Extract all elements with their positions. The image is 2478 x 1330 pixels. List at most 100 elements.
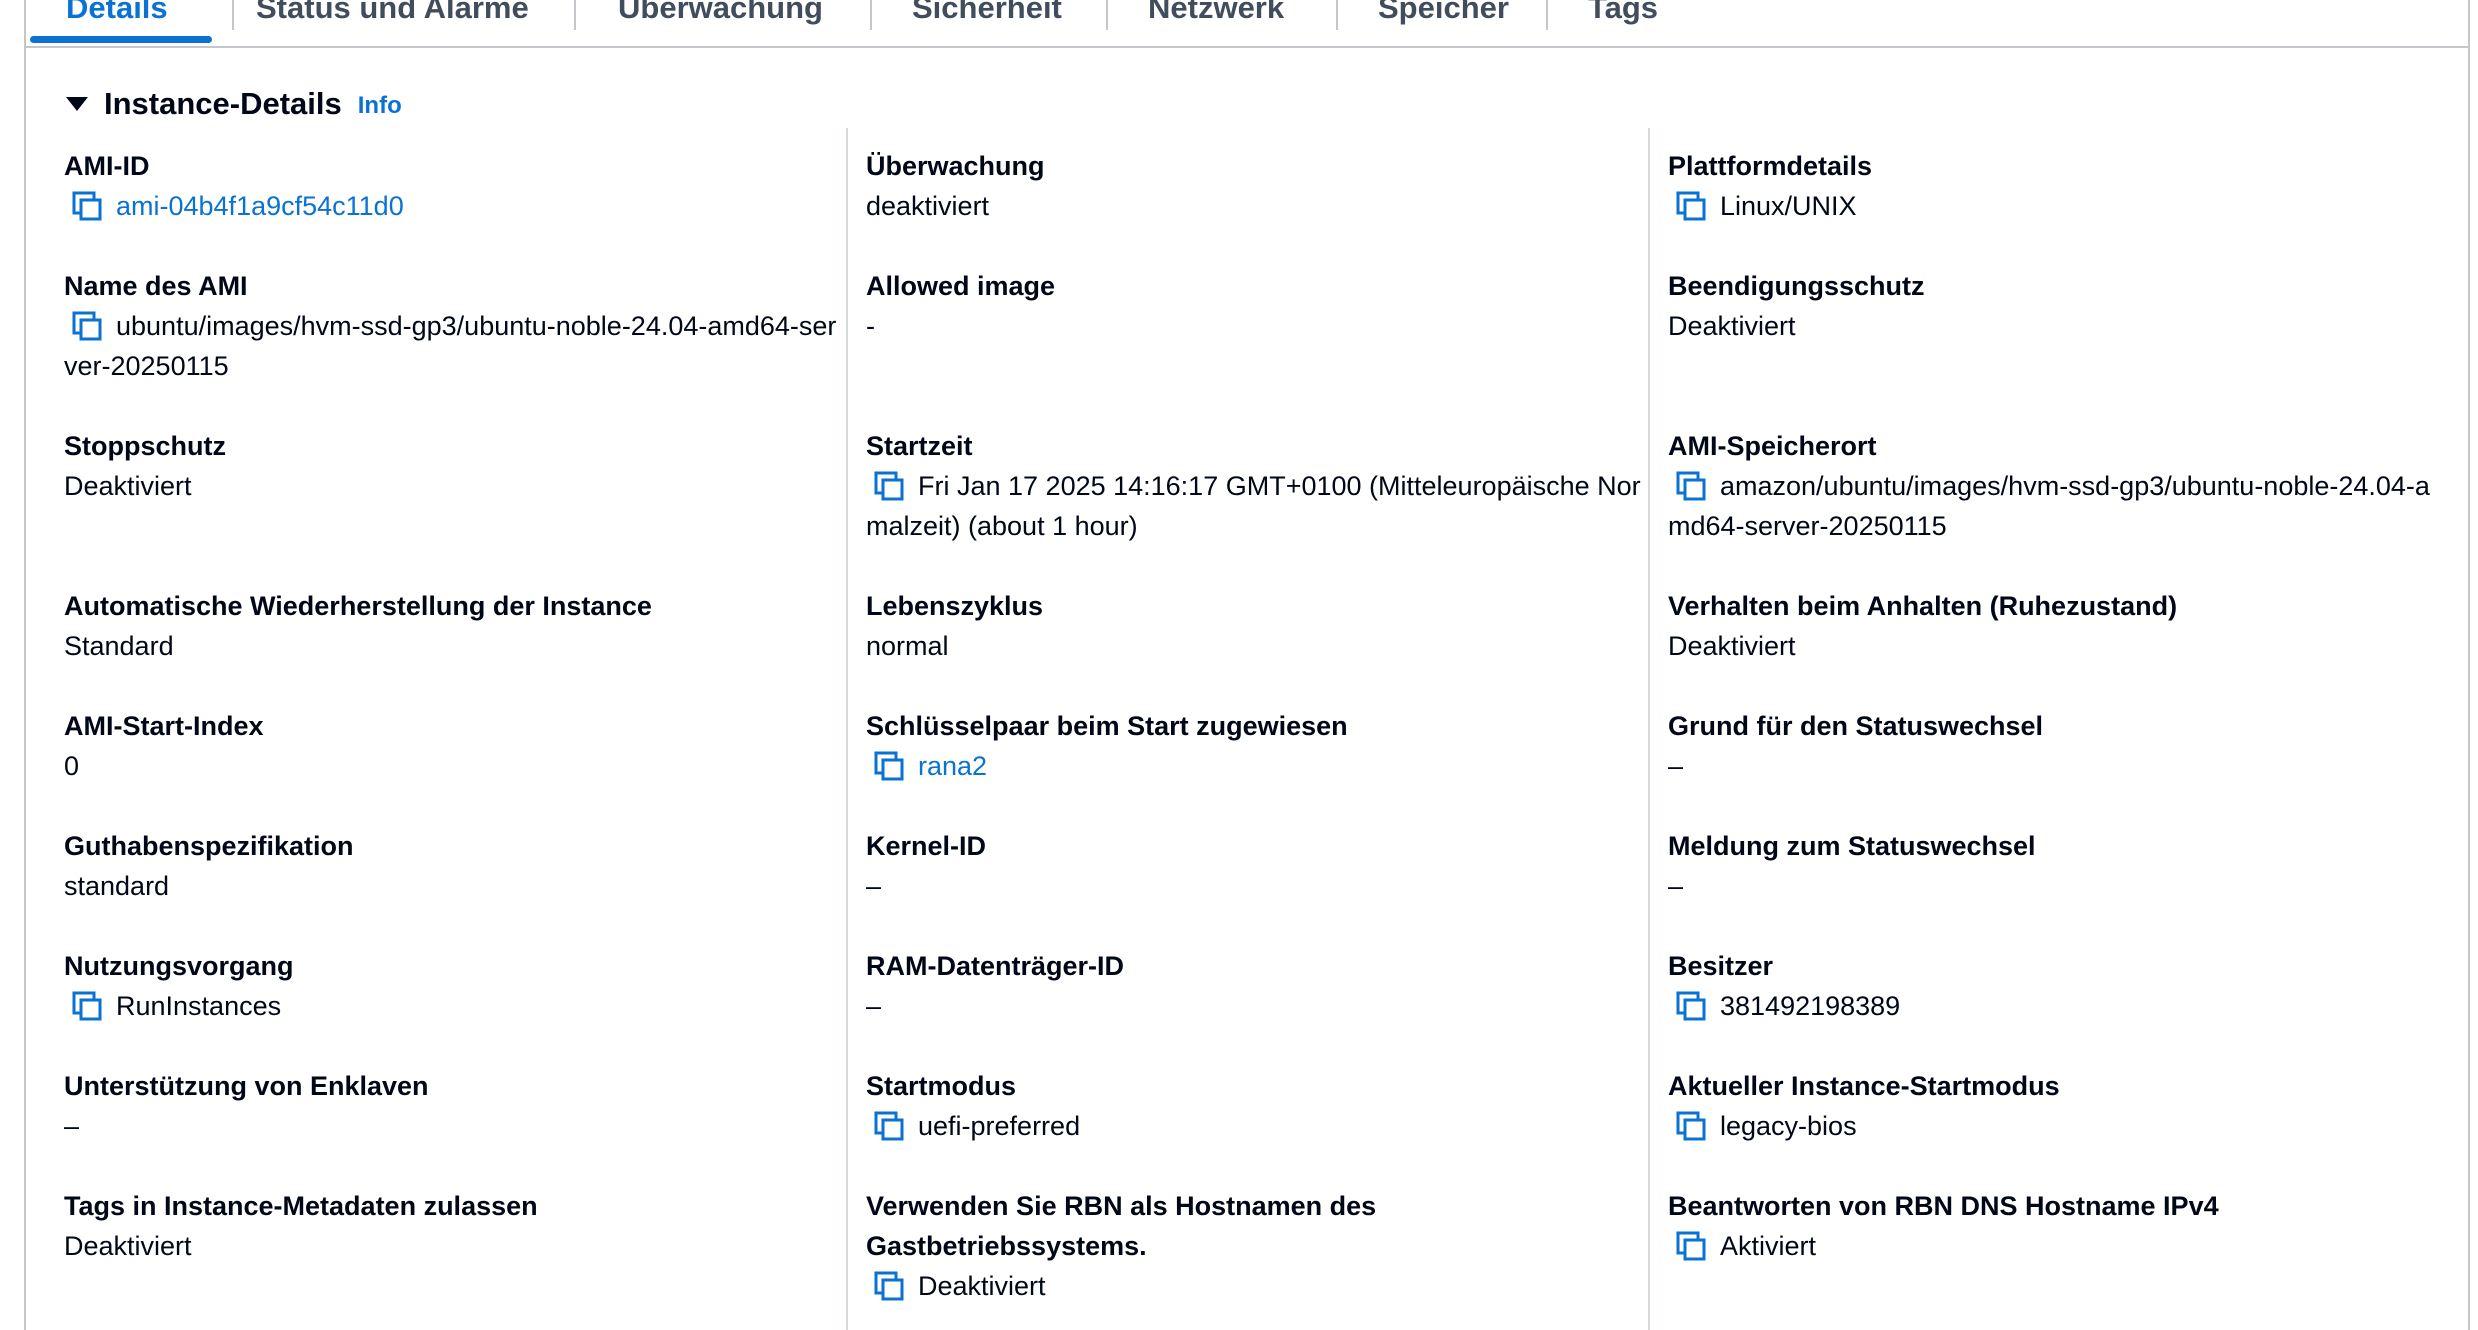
copy-icon[interactable] bbox=[874, 751, 904, 781]
field-label: Beendigungsschutz bbox=[1668, 271, 1925, 301]
tab-storage[interactable]: Speicher bbox=[1378, 0, 1509, 28]
field-value: – bbox=[866, 871, 882, 901]
field-value: – bbox=[64, 1111, 80, 1141]
copy-icon[interactable] bbox=[72, 191, 102, 221]
field-enclave-support: Unterstützung von Enklaven – bbox=[64, 1066, 429, 1146]
field-ami-location: AMI-Speicherort amazon/ubuntu/images/hvm… bbox=[1668, 426, 2448, 546]
field-label: Name des AMI bbox=[64, 271, 248, 301]
field-label: Überwachung bbox=[866, 151, 1045, 181]
tab-status-alarms[interactable]: Status und Alarme bbox=[256, 0, 529, 28]
field-state-transition-message: Meldung zum Statuswechsel – bbox=[1668, 826, 2036, 906]
field-value: 381492198389 bbox=[1720, 991, 1901, 1021]
copy-icon[interactable] bbox=[1676, 471, 1706, 501]
field-label: Allowed image bbox=[866, 271, 1056, 301]
field-label: Meldung zum Statuswechsel bbox=[1668, 831, 2036, 861]
tab-separator bbox=[1106, 0, 1108, 30]
copy-icon[interactable] bbox=[874, 1271, 904, 1301]
field-value: deaktiviert bbox=[866, 191, 990, 221]
field-termination-protection: Beendigungsschutz Deaktiviert bbox=[1668, 266, 1925, 346]
field-owner: Besitzer 381492198389 bbox=[1668, 946, 1900, 1026]
tab-separator bbox=[1336, 0, 1338, 30]
field-label: Startmodus bbox=[866, 1071, 1017, 1101]
tab-monitoring[interactable]: Überwachung bbox=[618, 0, 823, 28]
column-divider bbox=[846, 128, 848, 1330]
field-label: Grund für den Statuswechsel bbox=[1668, 711, 2044, 741]
copy-icon[interactable] bbox=[874, 471, 904, 501]
field-label: Besitzer bbox=[1668, 951, 1774, 981]
field-label: Verhalten beim Anhalten (Ruhezustand) bbox=[1668, 591, 2178, 621]
tab-tags[interactable]: Tags bbox=[1588, 0, 1658, 28]
info-link[interactable]: Info bbox=[358, 92, 402, 120]
field-label: Lebenszyklus bbox=[866, 591, 1044, 621]
section-header[interactable]: Instance-Details Info bbox=[66, 84, 402, 124]
field-value: standard bbox=[64, 871, 170, 901]
field-stop-protection: Stoppschutz Deaktiviert bbox=[64, 426, 226, 506]
field-label: Schlüsselpaar beim Start zugewiesen bbox=[866, 711, 1348, 741]
section-title: Instance-Details bbox=[104, 86, 342, 121]
field-key-pair: Schlüsselpaar beim Start zugewiesen rana… bbox=[866, 706, 1348, 786]
field-current-boot-mode: Aktueller Instance-Startmodus legacy-bio… bbox=[1668, 1066, 2060, 1146]
copy-icon[interactable] bbox=[72, 311, 102, 341]
field-label: Startzeit bbox=[866, 431, 973, 461]
field-kernel-id: Kernel-ID – bbox=[866, 826, 986, 906]
field-value: – bbox=[1668, 751, 1684, 781]
field-auto-recovery: Automatische Wiederherstellung der Insta… bbox=[64, 586, 652, 666]
field-label: Aktueller Instance-Startmodus bbox=[1668, 1071, 2060, 1101]
field-boot-mode: Startmodus uefi-preferred bbox=[866, 1066, 1080, 1146]
field-label: Guthabenspezifikation bbox=[64, 831, 354, 861]
field-monitoring: Überwachung deaktiviert bbox=[866, 146, 1045, 226]
field-value: - bbox=[866, 311, 875, 341]
field-value: Deaktiviert bbox=[64, 471, 192, 501]
field-label: Kernel-ID bbox=[866, 831, 987, 861]
tab-security[interactable]: Sicherheit bbox=[912, 0, 1062, 28]
field-value: – bbox=[1668, 871, 1684, 901]
field-credit-specification: Guthabenspezifikation standard bbox=[64, 826, 354, 906]
ami-id-link[interactable]: ami-04b4f1a9cf54c11d0 bbox=[116, 191, 404, 221]
copy-icon[interactable] bbox=[874, 1111, 904, 1141]
field-platform-details: Plattformdetails Linux/UNIX bbox=[1668, 146, 1872, 226]
field-label: AMI-Speicherort bbox=[1668, 431, 1877, 461]
field-label: AMI-ID bbox=[64, 151, 150, 181]
field-stop-hibernate-behavior: Verhalten beim Anhalten (Ruhezustand) De… bbox=[1668, 586, 2177, 666]
field-lifecycle: Lebenszyklus normal bbox=[866, 586, 1043, 666]
field-label: AMI-Start-Index bbox=[64, 711, 264, 741]
field-value: Deaktiviert bbox=[918, 1271, 1046, 1301]
tab-network[interactable]: Netzwerk bbox=[1148, 0, 1284, 28]
field-value: RunInstances bbox=[116, 991, 282, 1021]
caret-down-icon[interactable] bbox=[66, 97, 88, 111]
field-value: Deaktiviert bbox=[1668, 311, 1796, 341]
field-label: Verwenden Sie RBN als Hostnamen des Gast… bbox=[866, 1191, 1377, 1261]
field-value: ubuntu/images/hvm-ssd-gp3/ubuntu-noble-2… bbox=[64, 311, 837, 381]
field-value: 0 bbox=[64, 751, 80, 781]
field-value: normal bbox=[866, 631, 949, 661]
tab-separator bbox=[1546, 0, 1548, 30]
copy-icon[interactable] bbox=[1676, 991, 1706, 1021]
field-label: Plattformdetails bbox=[1668, 151, 1873, 181]
field-label: Beantworten von RBN DNS Hostname IPv4 bbox=[1668, 1191, 2219, 1221]
tab-separator bbox=[574, 0, 576, 30]
field-metadata-tags: Tags in Instance-Metadaten zulassen Deak… bbox=[64, 1186, 538, 1266]
copy-icon[interactable] bbox=[1676, 191, 1706, 221]
tab-separator bbox=[232, 0, 234, 30]
copy-icon[interactable] bbox=[1676, 1231, 1706, 1261]
field-rbn-dns-ipv4: Beantworten von RBN DNS Hostname IPv4 Ak… bbox=[1668, 1186, 2219, 1266]
field-label: Unterstützung von Enklaven bbox=[64, 1071, 429, 1101]
key-pair-link[interactable]: rana2 bbox=[918, 751, 987, 781]
field-usage-operation: Nutzungsvorgang RunInstances bbox=[64, 946, 294, 1026]
tab-separator bbox=[870, 0, 872, 30]
field-value: Linux/UNIX bbox=[1720, 191, 1857, 221]
field-ramdisk-id: RAM-Datenträger-ID – bbox=[866, 946, 1124, 1026]
copy-icon[interactable] bbox=[72, 991, 102, 1021]
field-state-transition-reason: Grund für den Statuswechsel – bbox=[1668, 706, 2043, 786]
field-label: Nutzungsvorgang bbox=[64, 951, 294, 981]
copy-icon[interactable] bbox=[1676, 1111, 1706, 1141]
field-value: uefi-preferred bbox=[918, 1111, 1081, 1141]
active-tab-indicator bbox=[30, 36, 212, 43]
field-value: – bbox=[866, 991, 882, 1021]
field-launch-time: Startzeit Fri Jan 17 2025 14:16:17 GMT+0… bbox=[866, 426, 1646, 546]
field-label: Tags in Instance-Metadaten zulassen bbox=[64, 1191, 538, 1221]
field-value: legacy-bios bbox=[1720, 1111, 1857, 1141]
field-ami-name: Name des AMI ubuntu/images/hvm-ssd-gp3/u… bbox=[64, 266, 844, 386]
tab-details[interactable]: Details bbox=[66, 0, 168, 28]
column-divider bbox=[1648, 128, 1650, 1330]
